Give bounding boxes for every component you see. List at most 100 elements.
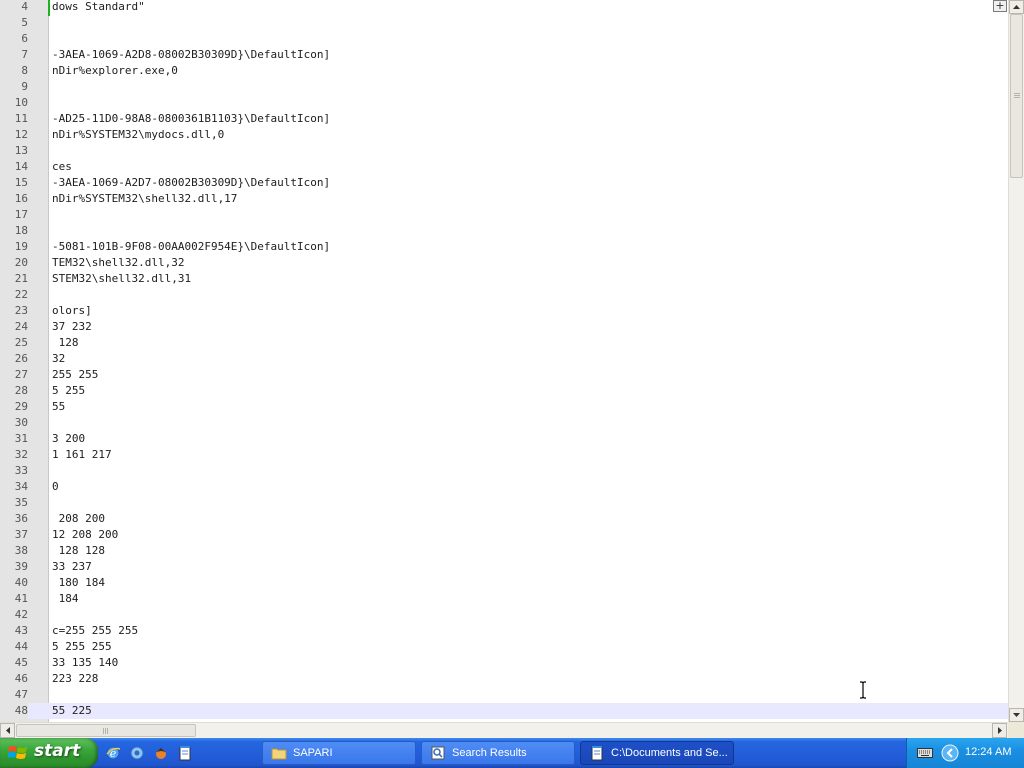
start-button[interactable]: start xyxy=(0,738,98,768)
line-text: 180 184 xyxy=(52,576,105,589)
editor-line[interactable]: 43 c=255 255 255 xyxy=(0,623,1008,639)
editor-line[interactable]: 21 STEM32\shell32.dll,31 xyxy=(0,271,1008,287)
editor-line[interactable]: 12 nDir%SYSTEM32\mydocs.dll,0 xyxy=(0,127,1008,143)
editor-line[interactable]: 14 ces xyxy=(0,159,1008,175)
arrow-right-icon xyxy=(997,727,1002,734)
taskbar-item-search-results[interactable]: Search Results xyxy=(421,741,575,765)
line-number: 34 xyxy=(14,480,28,493)
editor-line[interactable]: 44 5 255 255 xyxy=(0,639,1008,655)
editor-line[interactable]: 22 xyxy=(0,287,1008,303)
scroll-up-button[interactable] xyxy=(1009,0,1024,14)
quick-launch: e xyxy=(104,744,194,762)
editor-line[interactable]: 28 5 255 xyxy=(0,383,1008,399)
expand-button[interactable]: + xyxy=(993,0,1007,12)
line-number: 45 xyxy=(14,656,28,669)
editor-line[interactable]: 15 -3AEA-1069-A2D7-08002B30309D}\DefaultI… xyxy=(0,175,1008,191)
line-number: 28 xyxy=(14,384,28,397)
code-area[interactable]: 4 dows Standard" 5 6 7 -3AEA-1069-A2D8-08002B… xyxy=(0,0,1008,722)
line-text: 37 232 xyxy=(52,320,92,333)
line-number: 9 xyxy=(21,80,28,93)
line-number: 15 xyxy=(14,176,28,189)
line-number: 32 xyxy=(14,448,28,461)
editor-line[interactable]: 6 xyxy=(0,31,1008,47)
editor-line[interactable]: 10 xyxy=(0,95,1008,111)
editor-line[interactable]: 34 0 xyxy=(0,479,1008,495)
editor-line[interactable]: 29 55 xyxy=(0,399,1008,415)
line-text: 0 xyxy=(52,480,59,493)
editor-line[interactable]: 5 xyxy=(0,15,1008,31)
editor-line[interactable]: 13 xyxy=(0,143,1008,159)
editor-line[interactable]: 40 180 184 xyxy=(0,575,1008,591)
editor-line[interactable]: 38 128 128 xyxy=(0,543,1008,559)
editor-line[interactable]: 18 xyxy=(0,223,1008,239)
line-text: 208 200 xyxy=(52,512,105,525)
editor-line[interactable]: 25 128 xyxy=(0,335,1008,351)
arrow-down-icon xyxy=(1013,713,1020,717)
editor-line[interactable]: 36 208 200 xyxy=(0,511,1008,527)
editor-line[interactable]: 27 255 255 xyxy=(0,367,1008,383)
line-text: nDir%SYSTEM32\shell32.dll,17 xyxy=(52,192,238,205)
editor-line[interactable]: 48 55 225 xyxy=(0,703,1008,719)
editor-line[interactable]: 11 -AD25-11D0-98A8-0800361B1103}\DefaultI… xyxy=(0,111,1008,127)
line-number: 44 xyxy=(14,640,28,653)
editor-line[interactable]: 46 223 228 xyxy=(0,671,1008,687)
editor-line[interactable]: 35 xyxy=(0,495,1008,511)
editor-line[interactable]: 39 33 237 xyxy=(0,559,1008,575)
line-number: 46 xyxy=(14,672,28,685)
horizontal-scrollbar[interactable] xyxy=(0,722,1008,738)
system-tray: 12:24 AM xyxy=(906,738,1024,768)
line-text: nDir%explorer.exe,0 xyxy=(52,64,178,77)
editor-line[interactable]: 9 xyxy=(0,79,1008,95)
line-text: dows Standard" xyxy=(52,0,145,13)
ie-icon[interactable]: e xyxy=(104,744,122,762)
line-number: 20 xyxy=(14,256,28,269)
editor-line[interactable]: 42 xyxy=(0,607,1008,623)
editor-line[interactable]: 8 nDir%explorer.exe,0 xyxy=(0,63,1008,79)
editor-line[interactable]: 30 xyxy=(0,415,1008,431)
editor-line[interactable]: 33 xyxy=(0,463,1008,479)
editor-line[interactable]: 24 37 232 xyxy=(0,319,1008,335)
notepad-icon[interactable] xyxy=(176,744,194,762)
scroll-right-button[interactable] xyxy=(992,723,1007,738)
arrow-up-icon xyxy=(1013,5,1020,9)
vertical-scrollbar[interactable] xyxy=(1008,0,1024,722)
editor-line[interactable]: 31 3 200 xyxy=(0,431,1008,447)
line-text: -3AEA-1069-A2D8-08002B30309D}\DefaultIco… xyxy=(52,48,331,61)
line-text: 12 208 200 xyxy=(52,528,119,541)
taskbar-item-sapari[interactable]: SAPARI xyxy=(262,741,416,765)
taskbar-item-notepad[interactable]: C:\Documents and Se... xyxy=(580,741,734,765)
horizontal-scroll-thumb[interactable] xyxy=(16,724,196,737)
editor-line[interactable]: 23 olors] xyxy=(0,303,1008,319)
line-number: 26 xyxy=(14,352,28,365)
line-text: nDir%SYSTEM32\mydocs.dll,0 xyxy=(52,128,225,141)
editor-line[interactable]: 4 dows Standard" xyxy=(0,0,1008,15)
editor-line[interactable]: 41 184 xyxy=(0,591,1008,607)
editor-line[interactable]: 26 32 xyxy=(0,351,1008,367)
line-number: 23 xyxy=(14,304,28,317)
media-icon[interactable] xyxy=(128,744,146,762)
editor-line[interactable]: 20 TEM32\shell32.dll,32 xyxy=(0,255,1008,271)
editor-line[interactable]: 37 12 208 200 xyxy=(0,527,1008,543)
line-number: 16 xyxy=(14,192,28,205)
line-text: 1 161 217 xyxy=(52,448,112,461)
scroll-left-button[interactable] xyxy=(0,723,15,738)
keyboard-icon[interactable] xyxy=(917,746,933,760)
text-editor[interactable]: 4 dows Standard" 5 6 7 -3AEA-1069-A2D8-08002B… xyxy=(0,0,1008,722)
vertical-scroll-thumb[interactable] xyxy=(1010,14,1023,178)
line-number: 8 xyxy=(21,64,28,77)
editor-line[interactable]: 16 nDir%SYSTEM32\shell32.dll,17 xyxy=(0,191,1008,207)
editor-line[interactable]: 45 33 135 140 xyxy=(0,655,1008,671)
editor-line[interactable]: 17 xyxy=(0,207,1008,223)
editor-line[interactable]: 32 1 161 217 xyxy=(0,447,1008,463)
scrollbar-corner xyxy=(1008,722,1024,738)
editor-line[interactable]: 47 xyxy=(0,687,1008,703)
editor-line[interactable]: 7 -3AEA-1069-A2D8-08002B30309D}\DefaultIc… xyxy=(0,47,1008,63)
line-number: 39 xyxy=(14,560,28,573)
editor-line[interactable]: 19 -5081-101B-9F08-00AA002F954E}\DefaultI… xyxy=(0,239,1008,255)
tray-collapse-icon[interactable] xyxy=(941,744,959,762)
line-text: 33 135 140 xyxy=(52,656,119,669)
line-text: 55 xyxy=(52,400,66,413)
line-text: 3 200 xyxy=(52,432,86,445)
firefox-icon[interactable] xyxy=(152,744,170,762)
scroll-down-button[interactable] xyxy=(1009,708,1024,722)
